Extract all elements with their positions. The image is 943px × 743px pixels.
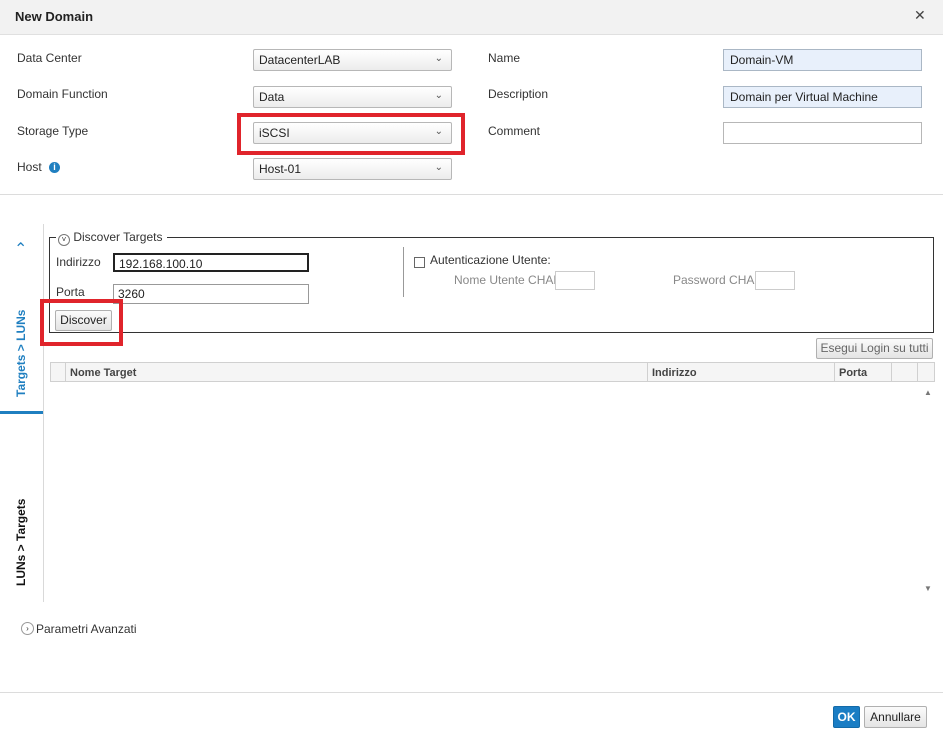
active-tab-indicator [0, 411, 43, 414]
dialog-title: New Domain [15, 9, 94, 24]
description-field[interactable]: Domain per Virtual Machine [723, 86, 922, 108]
data-center-select[interactable]: DatacenterLAB ⌄ [253, 49, 452, 71]
cancel-button[interactable]: Annullare [864, 706, 927, 728]
login-all-button[interactable]: Esegui Login su tutti [816, 338, 933, 359]
discover-targets-title: Discover Targets [73, 230, 163, 244]
chevron-down-icon: ⌄ [434, 53, 443, 64]
targets-table-body [50, 382, 935, 602]
storage-type-select[interactable]: iSCSI ⌄ [253, 122, 452, 144]
discover-targets-legend[interactable]: ˅ Discover Targets [56, 230, 167, 246]
scroll-up-icon[interactable]: ▲ [924, 388, 932, 397]
close-icon[interactable]: ✕ [914, 7, 926, 24]
discover-button[interactable]: Discover [55, 310, 112, 331]
divider [0, 194, 943, 195]
vertical-divider [403, 247, 404, 297]
comment-label: Comment [488, 124, 541, 138]
storage-type-value: iSCSI [259, 126, 290, 140]
collapse-icon: ˅ [58, 234, 70, 246]
chap-user-label: Nome Utente CHAP [454, 273, 562, 287]
tab-luns-targets[interactable]: LUNs > Targets [14, 499, 28, 586]
host-select[interactable]: Host-01 ⌄ [253, 158, 452, 180]
comment-field[interactable] [723, 122, 922, 144]
advanced-params-link[interactable]: Parametri Avanzati [36, 622, 137, 636]
auth-checkbox[interactable] [414, 257, 425, 268]
chevron-down-icon: ⌄ [434, 126, 443, 137]
tab-targets-luns[interactable]: Targets > LUNs [14, 310, 28, 397]
domain-function-value: Data [259, 90, 285, 104]
chap-user-input[interactable] [555, 271, 595, 290]
data-center-label: Data Center [17, 51, 82, 65]
chevron-down-icon: ⌄ [434, 162, 443, 173]
storage-type-label: Storage Type [17, 124, 89, 138]
address-input[interactable]: 192.168.100.10 [113, 253, 309, 272]
scroll-down-icon[interactable]: ▼ [924, 584, 932, 593]
host-value: Host-01 [259, 162, 302, 176]
chap-password-input[interactable] [755, 271, 795, 290]
name-label: Name [488, 51, 521, 65]
ok-button[interactable]: OK [833, 706, 860, 728]
column-header[interactable]: Indirizzo [652, 367, 697, 379]
chevron-up-icon[interactable]: ⌃ [14, 239, 27, 259]
name-field[interactable]: Domain-VM [723, 49, 922, 71]
port-label: Porta [56, 285, 85, 299]
host-label: Host [17, 160, 42, 174]
dialog-titlebar [0, 0, 943, 35]
address-label: Indirizzo [56, 255, 101, 269]
domain-function-label: Domain Function [17, 87, 108, 101]
expand-icon[interactable]: › [21, 622, 34, 635]
column-header[interactable]: Nome Target [70, 367, 136, 379]
description-label: Description [488, 87, 549, 101]
footer-divider [0, 692, 943, 693]
port-input[interactable]: 3260 [113, 284, 309, 304]
column-header[interactable]: Porta [839, 367, 867, 379]
auth-label: Autenticazione Utente: [430, 253, 551, 267]
chap-password-label: Password CHAP [673, 273, 763, 287]
targets-table-header: Nome Target Indirizzo Porta [50, 362, 935, 382]
info-icon[interactable]: i [49, 162, 60, 173]
domain-function-select[interactable]: Data ⌄ [253, 86, 452, 108]
chevron-down-icon: ⌄ [434, 90, 443, 101]
data-center-value: DatacenterLAB [259, 53, 341, 67]
